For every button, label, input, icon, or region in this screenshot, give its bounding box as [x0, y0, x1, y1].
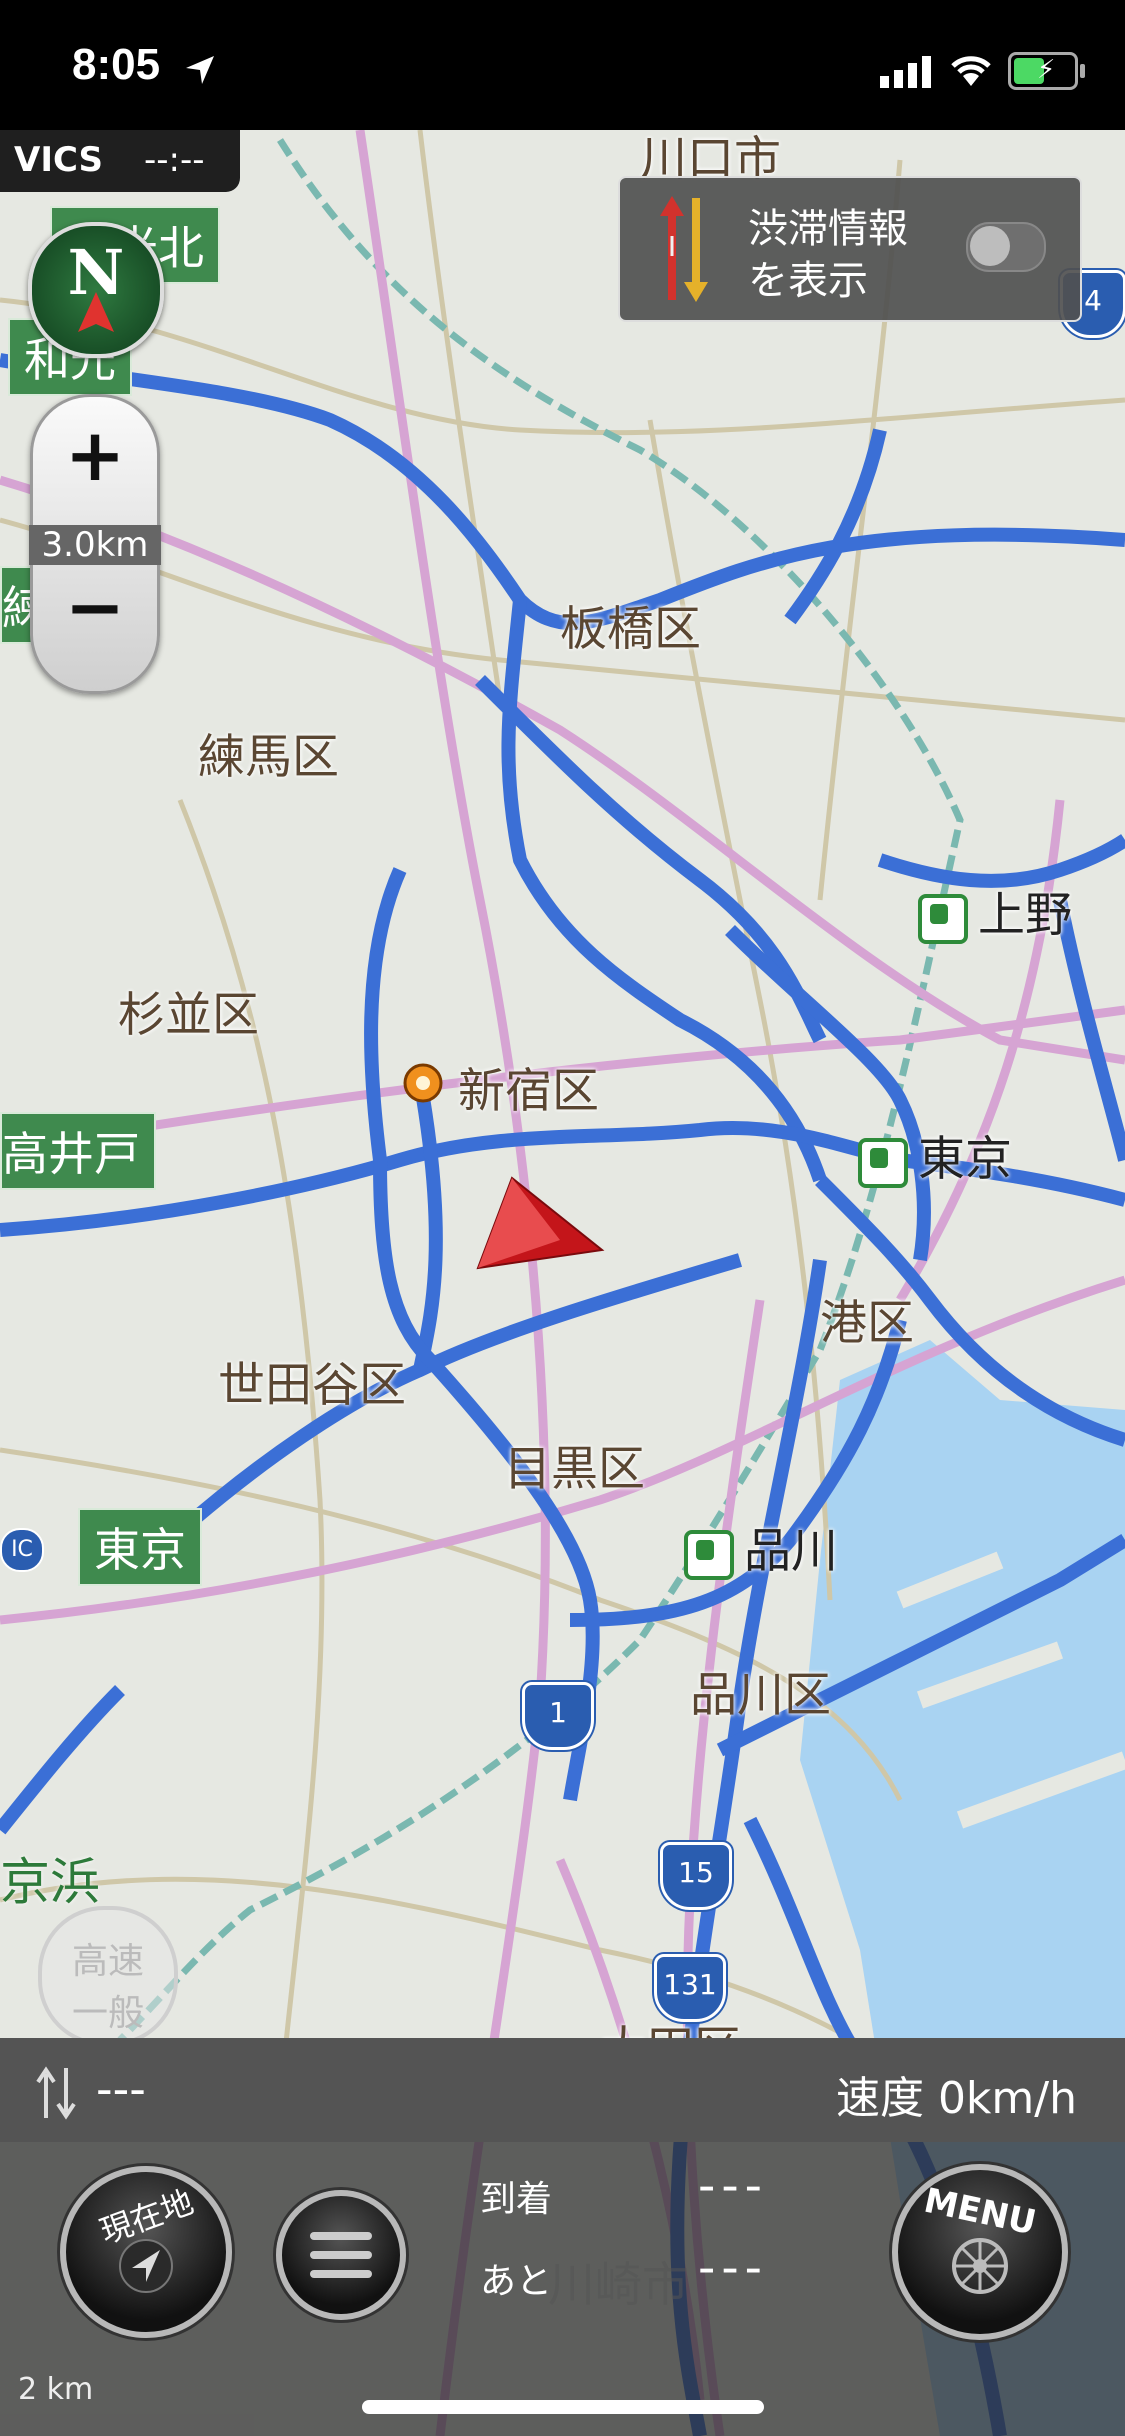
cellular-signal-icon	[880, 56, 931, 88]
train-station-icon	[858, 1137, 908, 1188]
remaining-label: あと	[480, 2261, 553, 2302]
zoom-in-button[interactable]: +	[33, 413, 157, 497]
district-label-setagaya: 世田谷区	[218, 1358, 406, 1413]
station-label: 東京	[918, 1132, 1012, 1187]
speed-value: 速度 0km/h	[835, 2073, 1077, 2124]
ic-badge: IC	[0, 1528, 44, 1572]
status-time: 8:05	[72, 40, 161, 89]
navigation-arrow-icon	[119, 2239, 173, 2293]
vics-time: --:--	[144, 140, 205, 180]
traffic-info-label-2: を表示	[748, 258, 868, 304]
district-label-minato: 港区	[820, 1296, 914, 1351]
green-area-label: 京浜	[0, 1853, 100, 1911]
route-shield-15: 15	[660, 1842, 732, 1910]
arrival-value: ---	[698, 2158, 768, 2214]
location-services-icon	[186, 56, 214, 84]
station-tokyo: 東京	[858, 1120, 1012, 1189]
district-label-kawasaki: 川崎市	[548, 2258, 689, 2313]
speed-bar: --- 速度 0km/h	[0, 2038, 1125, 2142]
traffic-info-label-1: 渋滞情報	[748, 206, 908, 252]
toggle-knob	[970, 226, 1010, 266]
list-menu-button[interactable]	[276, 2190, 406, 2320]
menu-button[interactable]: MENU	[892, 2164, 1068, 2340]
highway-general-toggle[interactable]: 高速 一般	[38, 1906, 178, 2046]
hamburger-icon	[310, 2232, 372, 2278]
mini-scale: 2 km	[18, 2372, 94, 2407]
station-label: 品川	[744, 1524, 838, 1579]
highway-label: 高速	[71, 1941, 144, 1982]
vics-label: VICS	[14, 140, 104, 180]
train-station-icon	[918, 893, 968, 944]
vics-indicator[interactable]: VICS --:--	[0, 130, 240, 192]
station-ueno: 上野	[918, 876, 1072, 945]
traffic-info-panel[interactable]: 渋滞情報 を表示	[618, 176, 1082, 322]
direction-value: ---	[96, 2062, 146, 2116]
district-label-shinagawa: 品川区	[690, 1668, 831, 1723]
traffic-congestion-icon	[660, 196, 708, 302]
zoom-control: + 3.0km −	[29, 394, 161, 694]
compass-button[interactable]: N	[28, 222, 164, 358]
map-scale-label: 3.0km	[29, 525, 161, 565]
zoom-out-button[interactable]: −	[33, 565, 157, 649]
district-label-suginami: 杉並区	[118, 988, 259, 1043]
ic-sign-tokyo: 東京	[78, 1508, 202, 1586]
wifi-icon	[951, 56, 991, 86]
current-location-button[interactable]: 現在地	[60, 2166, 232, 2338]
up-down-arrows-icon	[36, 2066, 76, 2120]
arrival-label: 到着	[480, 2179, 553, 2220]
district-label-meguro: 目黒区	[504, 1442, 645, 1497]
home-indicator[interactable]	[362, 2400, 764, 2414]
station-shinagawa: 品川	[684, 1512, 838, 1581]
traffic-info-toggle[interactable]	[966, 222, 1046, 272]
ic-sign-takaido: 高井戸	[0, 1112, 156, 1190]
route-shield-131: 131	[654, 1954, 726, 2022]
district-label-itabashi: 板橋区	[560, 602, 701, 657]
general-label: 一般	[71, 1993, 144, 2034]
train-station-icon	[684, 1529, 734, 1580]
district-label-nerima: 練馬区	[198, 730, 339, 785]
battery-icon: ⚡	[1008, 52, 1085, 90]
compass-needle-icon	[78, 292, 114, 332]
status-bar: 8:05 ⚡	[0, 0, 1125, 130]
remaining-value: ---	[698, 2240, 768, 2296]
route-shield-1: 1	[522, 1682, 594, 1750]
settings-wheel-icon	[952, 2238, 1008, 2294]
district-label-shinjuku: 新宿区	[458, 1064, 599, 1119]
station-label: 上野	[978, 888, 1072, 943]
